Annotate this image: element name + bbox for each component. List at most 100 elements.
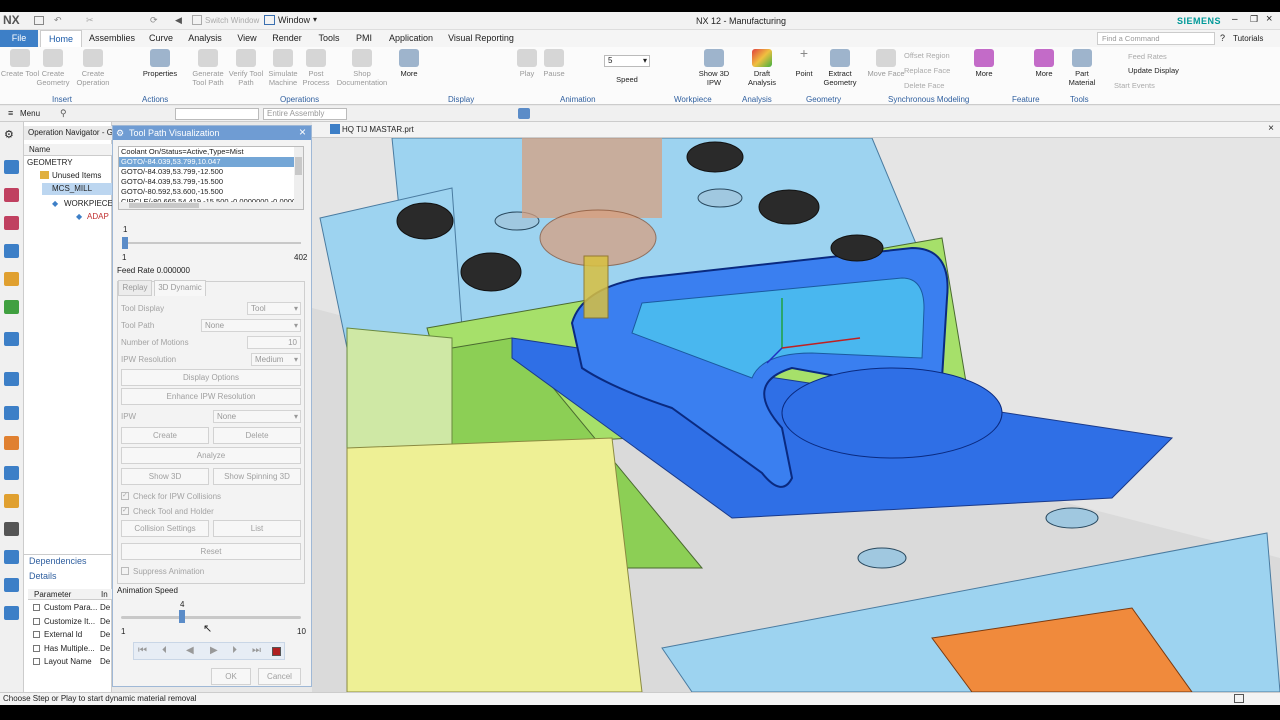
window-dropdown-icon[interactable]: ▾ xyxy=(313,15,317,24)
restore-icon[interactable]: ❐ xyxy=(1250,14,1258,25)
animation-speed-track[interactable] xyxy=(121,616,301,619)
help-icon[interactable]: ? xyxy=(1220,33,1225,43)
clock-icon[interactable] xyxy=(4,406,19,420)
verify-tool-path-button[interactable]: Verify Tool Path xyxy=(226,49,266,87)
tab-pmi[interactable]: PMI xyxy=(350,30,378,47)
list-hscrollbar[interactable] xyxy=(119,202,296,209)
analyze-button[interactable]: Analyze xyxy=(121,447,301,464)
move-face-button[interactable]: Move Face xyxy=(866,49,906,78)
tab-replay[interactable]: Replay xyxy=(118,280,152,296)
show-3d-button[interactable]: Show 3D xyxy=(121,468,209,485)
close-icon[interactable]: × xyxy=(1266,13,1272,25)
motion-list-item[interactable]: GOTO/-84.039,53.799,-15.500 xyxy=(119,177,295,187)
undo-icon[interactable]: ↶ xyxy=(54,15,62,26)
clock-2-icon[interactable] xyxy=(4,578,19,592)
show-spinning-3d-button[interactable]: Show Spinning 3D xyxy=(213,468,301,485)
shop-documentation-button[interactable]: Shop Documentation xyxy=(336,49,388,87)
menu-icon[interactable]: ≡ xyxy=(8,108,13,118)
tree-workpiece[interactable]: WORKPIECE xyxy=(64,199,113,208)
suppress-animation-checkbox[interactable] xyxy=(121,567,129,575)
tree-geometry[interactable]: GEOMETRY xyxy=(27,158,73,167)
stop-icon[interactable] xyxy=(272,647,281,656)
system-materials-icon[interactable] xyxy=(4,494,19,508)
history-2-icon[interactable] xyxy=(4,550,19,564)
status-window-icon[interactable] xyxy=(1234,694,1244,703)
tab-curve[interactable]: Curve xyxy=(144,30,178,47)
delete-button[interactable]: Delete xyxy=(213,427,301,444)
extract-geometry-button[interactable]: Extract Geometry xyxy=(820,49,860,87)
tree-unused-items[interactable]: Unused Items xyxy=(52,171,101,180)
point-button[interactable]: + Point xyxy=(784,46,824,78)
pause-button[interactable]: Pause xyxy=(534,49,574,78)
tab-file[interactable]: File xyxy=(0,30,38,47)
list-button[interactable]: List xyxy=(213,520,301,537)
filter-icon[interactable]: ⚲ xyxy=(60,108,67,119)
graphics-window[interactable]: HQ TIJ MASTAR.prt × xyxy=(312,122,1280,692)
history-icon[interactable] xyxy=(4,372,19,386)
minimize-icon[interactable]: – xyxy=(1232,14,1238,25)
param-row[interactable]: External Id De xyxy=(28,629,112,642)
tab-visual-reporting[interactable]: Visual Reporting xyxy=(444,30,518,47)
show-3d-ipw-button[interactable]: Show 3D IPW xyxy=(694,49,734,87)
part-material-button[interactable]: Part Material xyxy=(1062,49,1102,87)
play-reverse-icon[interactable]: ◀ xyxy=(186,645,194,656)
start-events-button[interactable]: Start Events xyxy=(1114,81,1155,90)
check-ipw-collisions-checkbox[interactable]: ✓ xyxy=(121,492,129,500)
param-row[interactable]: Custom Para... De xyxy=(28,602,112,615)
offset-region-button[interactable]: Offset Region xyxy=(904,51,950,60)
create-geometry-button[interactable]: Create Geometry xyxy=(33,49,73,87)
param-checkbox[interactable] xyxy=(33,617,40,625)
more-operations-button[interactable]: More xyxy=(389,49,429,78)
motion-slider-track[interactable] xyxy=(123,242,301,244)
settings-icon[interactable]: ⚙ xyxy=(4,128,19,142)
menu-button[interactable]: Menu xyxy=(20,109,40,118)
properties-button[interactable]: Properties xyxy=(140,49,180,78)
close-icon[interactable]: × xyxy=(299,126,306,139)
switch-window-button[interactable]: Switch Window xyxy=(205,16,259,25)
web-browser-icon[interactable] xyxy=(4,332,19,346)
param-row[interactable]: Has Multiple... De xyxy=(28,643,112,656)
tab-assemblies[interactable]: Assemblies xyxy=(86,30,138,47)
constraint-navigator-icon[interactable] xyxy=(4,216,19,230)
motion-list[interactable]: Coolant On/Status=Active,Type=Mist GOTO/-… xyxy=(118,146,304,210)
assembly-navigator-icon[interactable] xyxy=(4,188,19,202)
file-tab-name[interactable]: HQ TIJ MASTAR.prt xyxy=(342,125,414,134)
cut-icon[interactable]: ✂ xyxy=(86,15,94,26)
list-scrollbar[interactable] xyxy=(294,147,303,209)
speed-select[interactable]: 5 ▾ xyxy=(604,55,650,67)
close-tab-icon[interactable]: × xyxy=(1268,123,1274,134)
reset-button[interactable]: Reset xyxy=(121,543,301,560)
navigator-icon[interactable] xyxy=(4,160,19,174)
save-icon[interactable] xyxy=(34,16,44,25)
ok-button[interactable]: OK xyxy=(211,668,251,685)
tab-3d-dynamic[interactable]: 3D Dynamic xyxy=(154,280,206,296)
post-process-button[interactable]: Post Process xyxy=(296,49,336,87)
param-checkbox[interactable] xyxy=(33,631,40,638)
cancel-button[interactable]: Cancel xyxy=(258,668,301,685)
param-checkbox[interactable] xyxy=(33,658,40,665)
motion-slider-thumb[interactable] xyxy=(122,237,128,249)
tab-analysis[interactable]: Analysis xyxy=(184,30,226,47)
animation-speed-thumb[interactable] xyxy=(178,610,185,623)
tab-home[interactable]: Home xyxy=(40,30,82,47)
process-studio-icon[interactable] xyxy=(4,436,19,450)
find-command-box[interactable]: Find a Command xyxy=(1097,32,1215,45)
reuse-library-icon[interactable] xyxy=(4,300,19,314)
type-filter-select[interactable] xyxy=(175,108,259,120)
tab-application[interactable]: Application xyxy=(384,30,438,47)
tool-path-select[interactable]: None ▾ xyxy=(201,319,301,332)
step-forward-icon[interactable]: ⏵ xyxy=(232,645,237,656)
replace-face-button[interactable]: Replace Face xyxy=(904,66,950,75)
machine-tool-icon[interactable] xyxy=(4,272,19,286)
tutorials-link[interactable]: Tutorials xyxy=(1233,34,1263,43)
draft-analysis-button[interactable]: Draft Analysis xyxy=(742,49,782,87)
tree-mcs-mill-row[interactable]: MCS_MILL xyxy=(42,183,112,195)
rewind-icon[interactable]: ⏮ xyxy=(138,645,147,656)
param-row[interactable]: Layout Name De xyxy=(28,656,112,669)
tab-view[interactable]: View xyxy=(232,30,262,47)
ipw-select[interactable]: None ▾ xyxy=(213,410,301,423)
motion-list-item[interactable]: Coolant On/Status=Active,Type=Mist xyxy=(119,147,295,157)
step-back-icon[interactable]: ⏴ xyxy=(162,645,167,656)
fast-forward-icon[interactable]: ⏭ xyxy=(252,645,261,656)
clock-3-icon[interactable] xyxy=(4,606,19,620)
